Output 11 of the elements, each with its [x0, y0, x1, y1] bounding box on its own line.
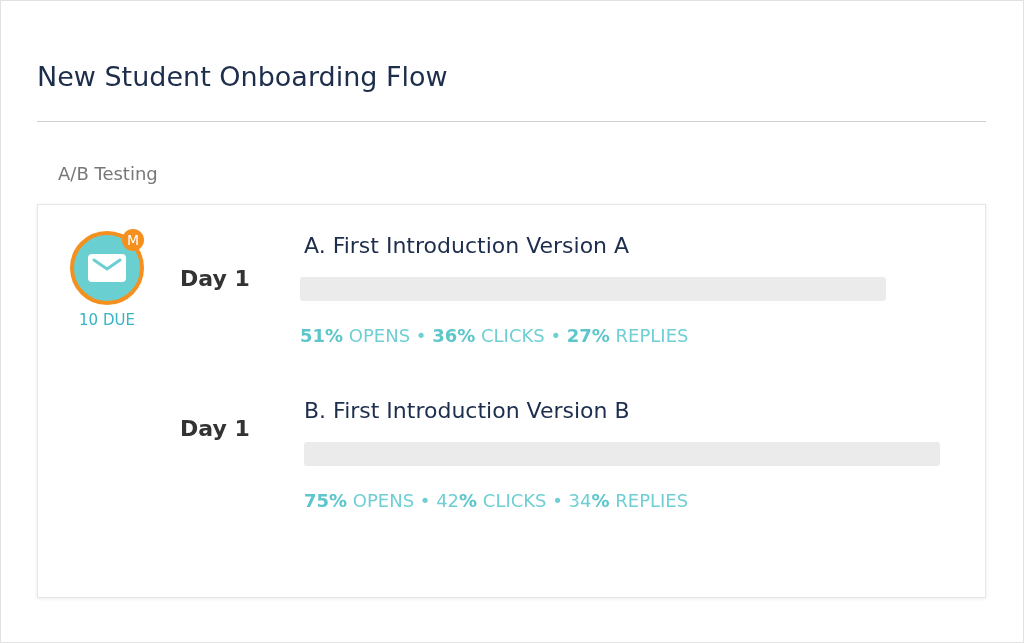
- badge: M: [122, 229, 144, 251]
- day-label: Day 1: [180, 265, 251, 291]
- email-title[interactable]: B. First Introduction Version B: [304, 396, 940, 426]
- section-label: A/B Testing: [58, 162, 159, 186]
- envelope-icon: [88, 254, 126, 282]
- due-count: 10 DUE: [79, 311, 135, 329]
- email-title[interactable]: A. First Introduction Version A: [304, 231, 886, 261]
- day-label: Day 1: [180, 415, 251, 441]
- page-title: New Student Onboarding Flow: [37, 60, 449, 94]
- email-stats: 51% OPENS • 36% CLICKS • 27% REPLIES: [300, 325, 690, 346]
- email-stats: 75% OPENS • 42% CLICKS • 34% REPLIES: [304, 490, 690, 511]
